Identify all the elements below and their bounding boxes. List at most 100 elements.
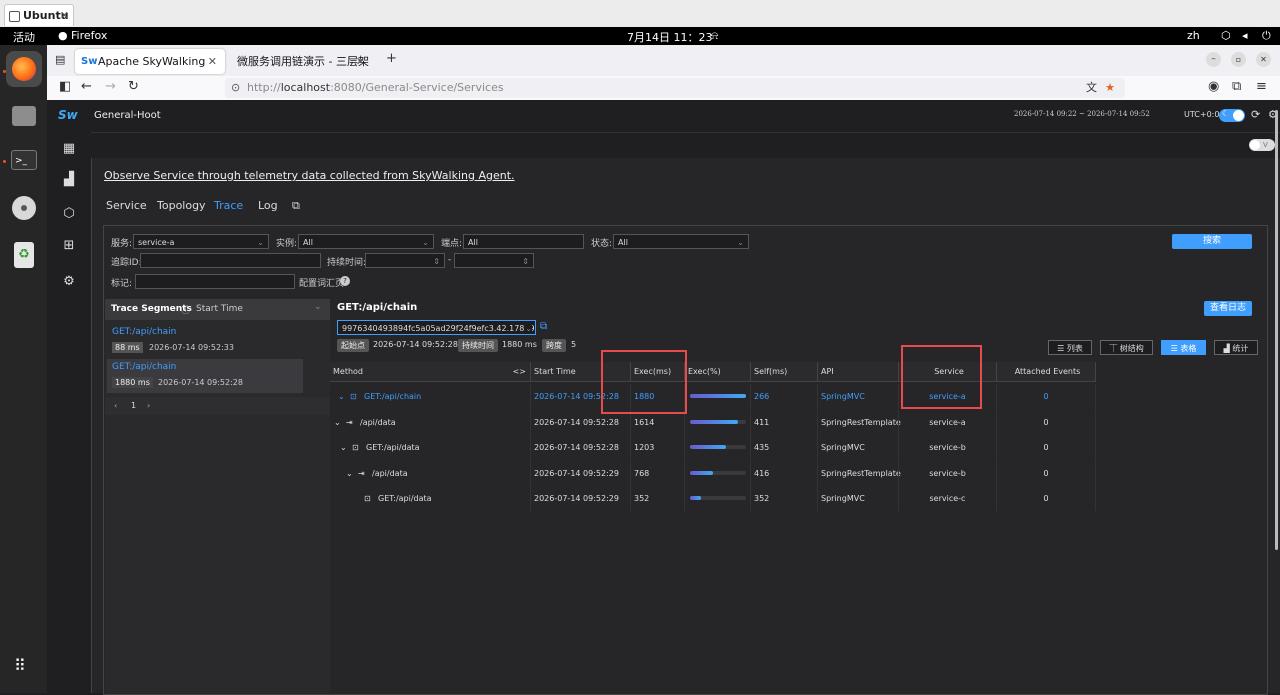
sidebar-toggle-icon[interactable]: ◧ [59, 79, 71, 94]
cell-exec-pct [684, 384, 750, 409]
window-tab[interactable]: Ubuntu ✕ [4, 4, 74, 26]
expand-toggle-icon[interactable]: ⌄ [334, 410, 341, 435]
browser-tab-skywalking[interactable]: Sw Apache SkyWalking ✕ [75, 49, 225, 74]
max-duration-input[interactable]: ⇕ [454, 253, 534, 268]
files-dock-icon[interactable] [6, 98, 42, 134]
theme-toggle[interactable]: ☾ [1219, 109, 1245, 122]
plugins-icon[interactable]: ⊞ [62, 239, 76, 253]
trace-id-select[interactable]: 9976340493894fc5a05ad29f24f9efc3.42.1783… [337, 320, 536, 335]
close-tab-icon[interactable]: ✕ [356, 49, 365, 74]
disc-dock-icon[interactable] [6, 190, 42, 226]
status-select[interactable]: All ⌄ [613, 234, 749, 249]
tab-log[interactable]: Log [258, 199, 278, 212]
list-view-button[interactable]: ☰ 列表 [1048, 340, 1092, 355]
table-row[interactable]: GET:/api/data 2026-07-14 09:52:28 1203 435 S… [330, 435, 1096, 460]
vm-icon [9, 11, 20, 22]
search-button[interactable]: 搜索 [1172, 234, 1252, 249]
activities-button[interactable]: 活动 [13, 29, 35, 45]
maximize-icon[interactable]: ▫ [1231, 52, 1246, 67]
service-select[interactable]: service-a ⌄ [133, 234, 269, 249]
time-range[interactable]: 2026-07-14 09:22 ~ 2026-07-14 09:52 [1014, 110, 1150, 118]
chart-icon[interactable]: ▟ [62, 173, 76, 187]
url-bar[interactable]: ⊙ http://localhost:8080/General-Service/… [225, 78, 1125, 98]
trash-dock-icon[interactable]: ♻ [6, 237, 42, 273]
table-row[interactable]: /api/data 2026-07-14 09:52:29 768 416 Spring… [330, 460, 1096, 486]
tab-overview-icon[interactable]: ▤ [55, 53, 65, 66]
chevron-down-icon[interactable]: ⌄ [314, 302, 322, 312]
status-label: 状态: [591, 239, 613, 249]
info-icon[interactable]: ⓘ [181, 303, 190, 316]
cell-self-ms: 411 [750, 409, 817, 435]
stepper-icon[interactable]: ⇕ [433, 254, 440, 269]
instance-select[interactable]: All ⌄ [298, 234, 434, 249]
account-icon[interactable]: ◉ [1208, 79, 1219, 94]
volume-icon[interactable]: ◂ [1242, 29, 1248, 42]
new-tab-icon[interactable]: + [386, 51, 397, 66]
app-menu[interactable]: Firefox [71, 29, 107, 42]
clock[interactable]: 7月14日 11：23 [627, 29, 713, 45]
view-logs-button[interactable]: 查看日志 [1204, 301, 1252, 316]
service-description-link[interactable]: Observe Service through telemetry data c… [104, 169, 515, 182]
tab-service[interactable]: Service [106, 199, 147, 212]
statistics-view-button[interactable]: ▟ 统计 [1214, 340, 1258, 355]
bookmark-star-icon[interactable]: ★ [1105, 78, 1115, 98]
stepper-icon[interactable]: ⇕ [522, 254, 529, 269]
list-item[interactable]: GET:/api/chain 1880 ms 2026-07-14 09:52:… [107, 359, 303, 393]
show-apps-icon[interactable]: ⠿ [14, 656, 26, 675]
endpoint-input[interactable]: All [463, 234, 584, 249]
next-page-icon[interactable]: › [147, 401, 150, 410]
expand-toggle-icon[interactable]: ⌄ [340, 435, 347, 460]
sort-select[interactable]: Start Time [196, 304, 243, 314]
firefox-dock-icon[interactable] [6, 51, 42, 87]
expand-toggle-icon[interactable]: ⌄ [346, 461, 353, 486]
forward-icon[interactable]: → [105, 79, 116, 94]
alarm-icon[interactable]: ⬡ [62, 207, 76, 221]
close-tab-icon[interactable]: ✕ [208, 49, 217, 74]
cell-service: service-a [898, 409, 996, 435]
copy-icon[interactable]: ⧉ [292, 199, 300, 213]
table-view-button[interactable]: ☰ 表格 [1161, 340, 1206, 355]
url-host: localhost [280, 81, 331, 94]
app-toolbar: V [91, 132, 1280, 157]
prev-page-icon[interactable]: ‹ [114, 401, 117, 410]
skywalking-logo[interactable]: Sw [58, 108, 78, 122]
list-item[interactable]: GET:/api/chain 88 ms 2026-07-14 09:52:33 [107, 324, 303, 358]
tab-topology[interactable]: Topology [157, 199, 206, 212]
tag-input[interactable] [135, 274, 295, 289]
tab-trace[interactable]: Trace [214, 199, 243, 212]
table-row[interactable]: /api/data 2026-07-14 09:52:28 1614 411 Sprin… [330, 409, 1096, 435]
terminal-dock-icon[interactable]: >_ [6, 142, 42, 178]
trace-id-input[interactable] [140, 253, 321, 268]
expand-toggle-icon[interactable]: ⌄ [338, 384, 345, 409]
refresh-icon[interactable]: ⟳ [1251, 108, 1260, 121]
table-row[interactable]: GET:/api/data 2026-07-14 09:52:29 352 352 Sp… [330, 486, 1096, 511]
close-icon[interactable]: ✕ [60, 5, 69, 27]
column-method[interactable]: Method <> [330, 362, 530, 381]
power-icon[interactable]: ⏻ [1262, 29, 1271, 43]
reload-icon[interactable]: ↻ [128, 79, 139, 94]
skywalking-favicon-icon: Sw [81, 56, 98, 67]
page-scrollbar[interactable] [1275, 110, 1278, 550]
resize-icon[interactable]: <> [513, 362, 526, 381]
settings-icon[interactable]: ⚙ [62, 275, 76, 289]
close-window-icon[interactable]: ✕ [1256, 52, 1271, 67]
browser-tab-demo[interactable]: 微服务调用链演示 - 三层架构 ✕ [229, 49, 369, 93]
copy-icon[interactable]: ⧉ [540, 321, 547, 332]
visibility-toggle[interactable]: V [1249, 139, 1275, 151]
min-duration-input[interactable]: ⇕ [365, 253, 445, 268]
tag-label: 标记: [111, 279, 133, 289]
language-indicator[interactable]: zh [1187, 29, 1200, 42]
help-icon[interactable]: ? [340, 276, 350, 286]
column-method-label: Method [333, 367, 364, 376]
minimize-icon[interactable]: – [1206, 52, 1221, 67]
translate-icon[interactable]: 文 [1086, 78, 1097, 98]
extensions-icon[interactable]: ⧉ [1232, 79, 1241, 94]
back-icon[interactable]: ← [81, 79, 92, 94]
site-info-icon[interactable]: ⊙ [231, 78, 240, 98]
dashboard-icon[interactable]: ▦ [62, 142, 76, 156]
page-number[interactable]: 1 [131, 401, 136, 410]
menu-icon[interactable]: ≡ [1256, 79, 1267, 94]
tree-view-button[interactable]: ⏉ 树结构 [1100, 340, 1153, 355]
cell-method: GET:/api/data [378, 494, 432, 503]
network-icon[interactable]: ⬡ [1221, 29, 1231, 42]
